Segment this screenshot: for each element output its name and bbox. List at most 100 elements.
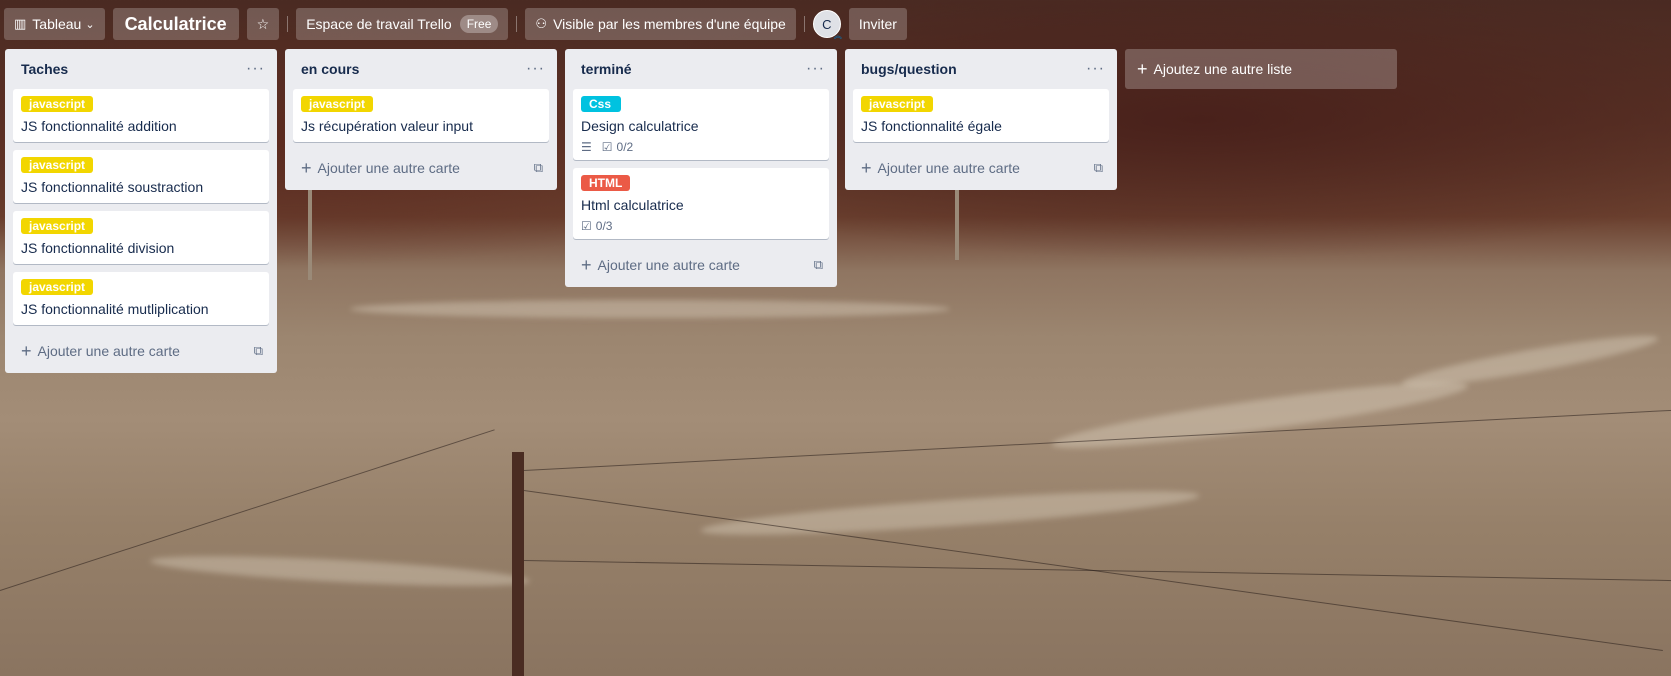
list-header: terminé ··· [573, 49, 829, 89]
card-template-icon[interactable]: ⧉ [254, 343, 263, 359]
plus-icon: + [301, 158, 312, 178]
list-title[interactable]: en cours [301, 61, 359, 77]
checklist-badge: ☑ 0/3 [581, 219, 612, 233]
add-card-button[interactable]: + Ajouter une autre carte ⧉ [13, 333, 269, 369]
list-menu-icon[interactable]: ··· [1086, 60, 1105, 78]
add-card-content: + Ajouter une autre carte [861, 158, 1020, 178]
background-streak [149, 550, 531, 592]
background-streak [1400, 327, 1660, 395]
visibility-button[interactable]: ⚇ Visible par les membres d'une équipe [525, 8, 796, 40]
list: terminé ··· Css Design calculatrice ☰ ☑ 0/2 HTM… [565, 49, 837, 287]
card-badges: ☰ ☑ 0/2 [581, 140, 821, 154]
card[interactable]: Css Design calculatrice ☰ ☑ 0/2 [573, 89, 829, 160]
card[interactable]: javascript JS fonctionnalité mutliplicati… [13, 272, 269, 325]
add-card-content: + Ajouter une autre carte [581, 255, 740, 275]
card-title: Html calculatrice [581, 197, 684, 213]
avatar[interactable]: C ︽ [812, 10, 842, 40]
checklist-count: 0/3 [595, 219, 613, 233]
plan-badge: Free [459, 15, 499, 33]
add-card-label: Ajouter une autre carte [597, 257, 740, 273]
board-title[interactable]: Calculatrice [112, 8, 239, 40]
card-badges: ☑ 0/3 [581, 219, 821, 233]
card-title: JS fonctionnalité soustraction [21, 179, 204, 195]
card-title: JS fonctionnalité mutliplication [21, 301, 209, 317]
checklist-icon: ☑ [581, 219, 592, 233]
list-header: Taches ··· [13, 49, 269, 89]
list-title[interactable]: Taches [21, 61, 68, 77]
star-icon: ☆ [256, 15, 270, 32]
board-header: ▥ Tableau ⌄ Calculatrice ☆ Espace de tra… [0, 0, 1671, 48]
plus-icon: + [861, 158, 872, 178]
card-template-icon[interactable]: ⧉ [1094, 160, 1103, 176]
list-menu-icon[interactable]: ··· [246, 60, 265, 78]
board-icon: ▥ [14, 16, 27, 31]
header-divider [516, 16, 518, 32]
fence-wire [523, 490, 1663, 652]
plus-icon: + [21, 341, 32, 361]
add-card-content: + Ajouter une autre carte [21, 341, 180, 361]
add-card-button[interactable]: + Ajouter une autre carte ⧉ [293, 150, 549, 186]
card[interactable]: javascript JS fonctionnalité soustraction [13, 150, 269, 203]
checklist-count: 0/2 [616, 140, 634, 154]
board-switcher-button[interactable]: ▥ Tableau ⌄ [4, 8, 105, 40]
plus-icon: + [581, 255, 592, 275]
list: bugs/question ··· javascript JS fonctionnal… [845, 49, 1117, 190]
fence-post [512, 452, 524, 676]
board-switcher-label: Tableau [32, 16, 82, 32]
card-title: JS fonctionnalité division [21, 240, 175, 256]
lists-container: Taches ··· javascript JS fonctionnalité add… [5, 49, 1397, 373]
list-title[interactable]: terminé [581, 61, 632, 77]
background-streak [699, 482, 1201, 544]
add-card-content: + Ajouter une autre carte [301, 158, 460, 178]
list-title[interactable]: bugs/question [861, 61, 957, 77]
card[interactable]: javascript JS fonctionnalité division [13, 211, 269, 264]
list-header: en cours ··· [293, 49, 549, 89]
admin-chevron-icon: ︽ [833, 31, 842, 40]
card-label[interactable]: javascript [21, 279, 94, 295]
add-card-label: Ajouter une autre carte [37, 343, 180, 359]
card-label[interactable]: javascript [861, 96, 934, 112]
card[interactable]: javascript JS fonctionnalité égale [853, 89, 1109, 142]
card-label[interactable]: Css [581, 96, 621, 112]
card[interactable]: javascript Js récupération valeur input [293, 89, 549, 142]
avatar-initial: C [822, 16, 832, 32]
card-label[interactable]: javascript [21, 218, 94, 234]
card-template-icon[interactable]: ⧉ [534, 160, 543, 176]
card-label[interactable]: HTML [581, 175, 631, 191]
list: en cours ··· javascript Js récupération val… [285, 49, 557, 190]
list-menu-icon[interactable]: ··· [526, 60, 545, 78]
add-card-button[interactable]: + Ajouter une autre carte ⧉ [573, 247, 829, 283]
description-icon: ☰ [581, 140, 592, 154]
card-label[interactable]: javascript [21, 157, 94, 173]
star-button[interactable]: ☆ [246, 8, 280, 40]
add-list-button[interactable]: + Ajoutez une autre liste [1125, 49, 1397, 89]
header-divider [287, 16, 289, 32]
team-icon: ⚇ [535, 16, 548, 31]
list-menu-icon[interactable]: ··· [806, 60, 825, 78]
add-list-label: Ajoutez une autre liste [1153, 61, 1293, 77]
add-card-label: Ajouter une autre carte [317, 160, 460, 176]
card-title: JS fonctionnalité addition [21, 118, 177, 134]
add-card-button[interactable]: + Ajouter une autre carte ⧉ [853, 150, 1109, 186]
list-header: bugs/question ··· [853, 49, 1109, 89]
add-card-label: Ajouter une autre carte [877, 160, 1020, 176]
card-label[interactable]: javascript [21, 96, 94, 112]
workspace-label: Espace de travail Trello [306, 16, 452, 32]
workspace-button[interactable]: Espace de travail Trello Free [296, 8, 509, 40]
chevron-down-icon: ⌄ [85, 18, 95, 31]
header-divider [803, 16, 805, 32]
visibility-label: Visible par les membres d'une équipe [553, 16, 786, 32]
card-label[interactable]: javascript [301, 96, 374, 112]
card-template-icon[interactable]: ⧉ [814, 257, 823, 273]
card-title: Design calculatrice [581, 118, 699, 134]
checklist-icon: ☑ [601, 140, 613, 154]
list: Taches ··· javascript JS fonctionnalité add… [5, 49, 277, 373]
plus-icon: + [1137, 58, 1148, 79]
card[interactable]: javascript JS fonctionnalité addition [13, 89, 269, 142]
checklist-badge: ☑ 0/2 [602, 140, 633, 154]
card[interactable]: HTML Html calculatrice ☑ 0/3 [573, 168, 829, 239]
card-title: JS fonctionnalité égale [861, 118, 1002, 134]
card-title: Js récupération valeur input [301, 118, 473, 134]
invite-button[interactable]: Inviter [848, 8, 907, 40]
fence-wire [523, 409, 1671, 471]
